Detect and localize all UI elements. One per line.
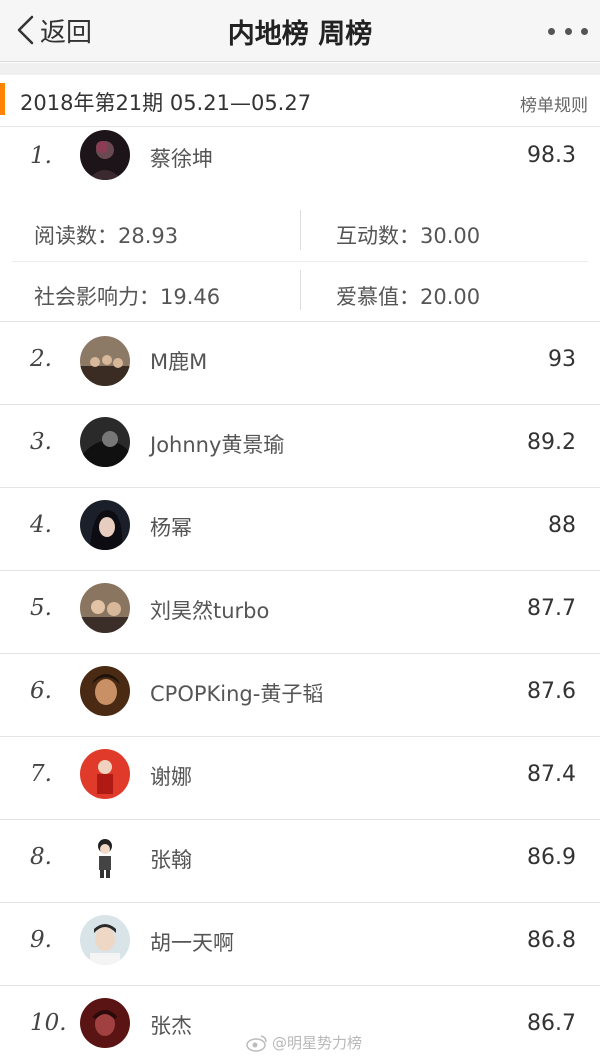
star-name: M鹿M (150, 350, 208, 374)
score: 87.7 (527, 596, 576, 621)
avatar (80, 583, 130, 633)
star-name: CPOPKing-黄子韬 (150, 682, 324, 706)
section-gap (0, 63, 600, 75)
influence-stat: 社会影响力：19.46 (34, 285, 221, 309)
score: 86.7 (527, 1011, 576, 1036)
rank-number: 1. (30, 143, 52, 169)
star-name: 张杰 (150, 1014, 192, 1038)
list-item[interactable]: 4. 杨幂 88 (0, 488, 600, 571)
back-label: 返回 (40, 17, 93, 48)
reads-stat: 阅读数：28.93 (34, 224, 179, 248)
avatar (80, 500, 130, 550)
star-name: 杨幂 (150, 516, 192, 540)
rank-number: 7. (30, 761, 52, 787)
score: 87.6 (527, 679, 576, 704)
stats-panel: 阅读数：28.93 互动数：30.00 社会影响力：19.46 爱慕值：20.0… (0, 200, 600, 322)
score: 86.9 (527, 845, 576, 870)
list-item[interactable]: 2. M鹿M 93 (0, 322, 600, 405)
score: 93 (548, 347, 576, 372)
chevron-left-icon (17, 15, 34, 45)
star-name: 谢娜 (150, 765, 192, 789)
list-item[interactable]: 5. 刘昊然turbo 87.7 (0, 571, 600, 654)
divider (12, 261, 588, 262)
divider (300, 270, 301, 310)
divider (300, 210, 301, 250)
score: 86.8 (527, 928, 576, 953)
love-stat: 爱慕值：20.00 (336, 285, 481, 309)
watermark-text: @明星势力榜 (271, 1034, 362, 1052)
weibo-icon (246, 1034, 267, 1052)
period-header: 2018年第21期 05.21—05.27 榜单规则 (0, 75, 600, 127)
list-item[interactable]: 6. CPOPKing-黄子韬 87.6 (0, 654, 600, 737)
star-name: Johnny黄景瑜 (150, 433, 285, 457)
avatar (80, 832, 130, 882)
back-button[interactable]: 返回 (14, 10, 92, 50)
rank-number: 3. (30, 429, 52, 455)
list-item[interactable]: 3. Johnny黄景瑜 89.2 (0, 405, 600, 488)
star-name: 蔡徐坤 (150, 147, 213, 171)
avatar (80, 130, 130, 180)
avatar (80, 915, 130, 965)
rank-number: 6. (30, 678, 52, 704)
avatar (80, 666, 130, 716)
score: 87.4 (527, 762, 576, 787)
period-label: 2018年第21期 05.21—05.27 (20, 91, 312, 115)
avatar (80, 749, 130, 799)
avatar (80, 336, 130, 386)
nav-bar: 返回 内地榜 周榜 (0, 0, 600, 62)
score: 89.2 (527, 430, 576, 455)
avatar (80, 998, 130, 1048)
rank-number: 4. (30, 512, 52, 538)
rank-number: 8. (30, 844, 52, 870)
star-name: 胡一天啊 (150, 931, 234, 955)
accent-bar (0, 83, 5, 115)
star-name: 张翰 (150, 848, 192, 872)
score: 88 (548, 513, 576, 538)
rank-number: 5. (30, 595, 52, 621)
rank-number: 10. (30, 1010, 67, 1036)
interactions-stat: 互动数：30.00 (336, 224, 481, 248)
rank-number: 9. (30, 927, 52, 953)
star-name: 刘昊然turbo (150, 599, 270, 623)
rules-link[interactable]: 榜单规则 (520, 91, 588, 116)
rank-number: 2. (30, 346, 52, 372)
score: 98.3 (527, 143, 576, 168)
list-item[interactable]: 9. 胡一天啊 86.8 (0, 903, 600, 986)
list-item[interactable]: 8. 张翰 86.9 (0, 820, 600, 903)
watermark: @明星势力榜 (246, 1032, 362, 1053)
more-dots-icon[interactable] (548, 24, 588, 38)
list-item[interactable]: 1. 蔡徐坤 98.3 (0, 128, 600, 200)
list-item[interactable]: 7. 谢娜 87.4 (0, 737, 600, 820)
avatar (80, 417, 130, 467)
